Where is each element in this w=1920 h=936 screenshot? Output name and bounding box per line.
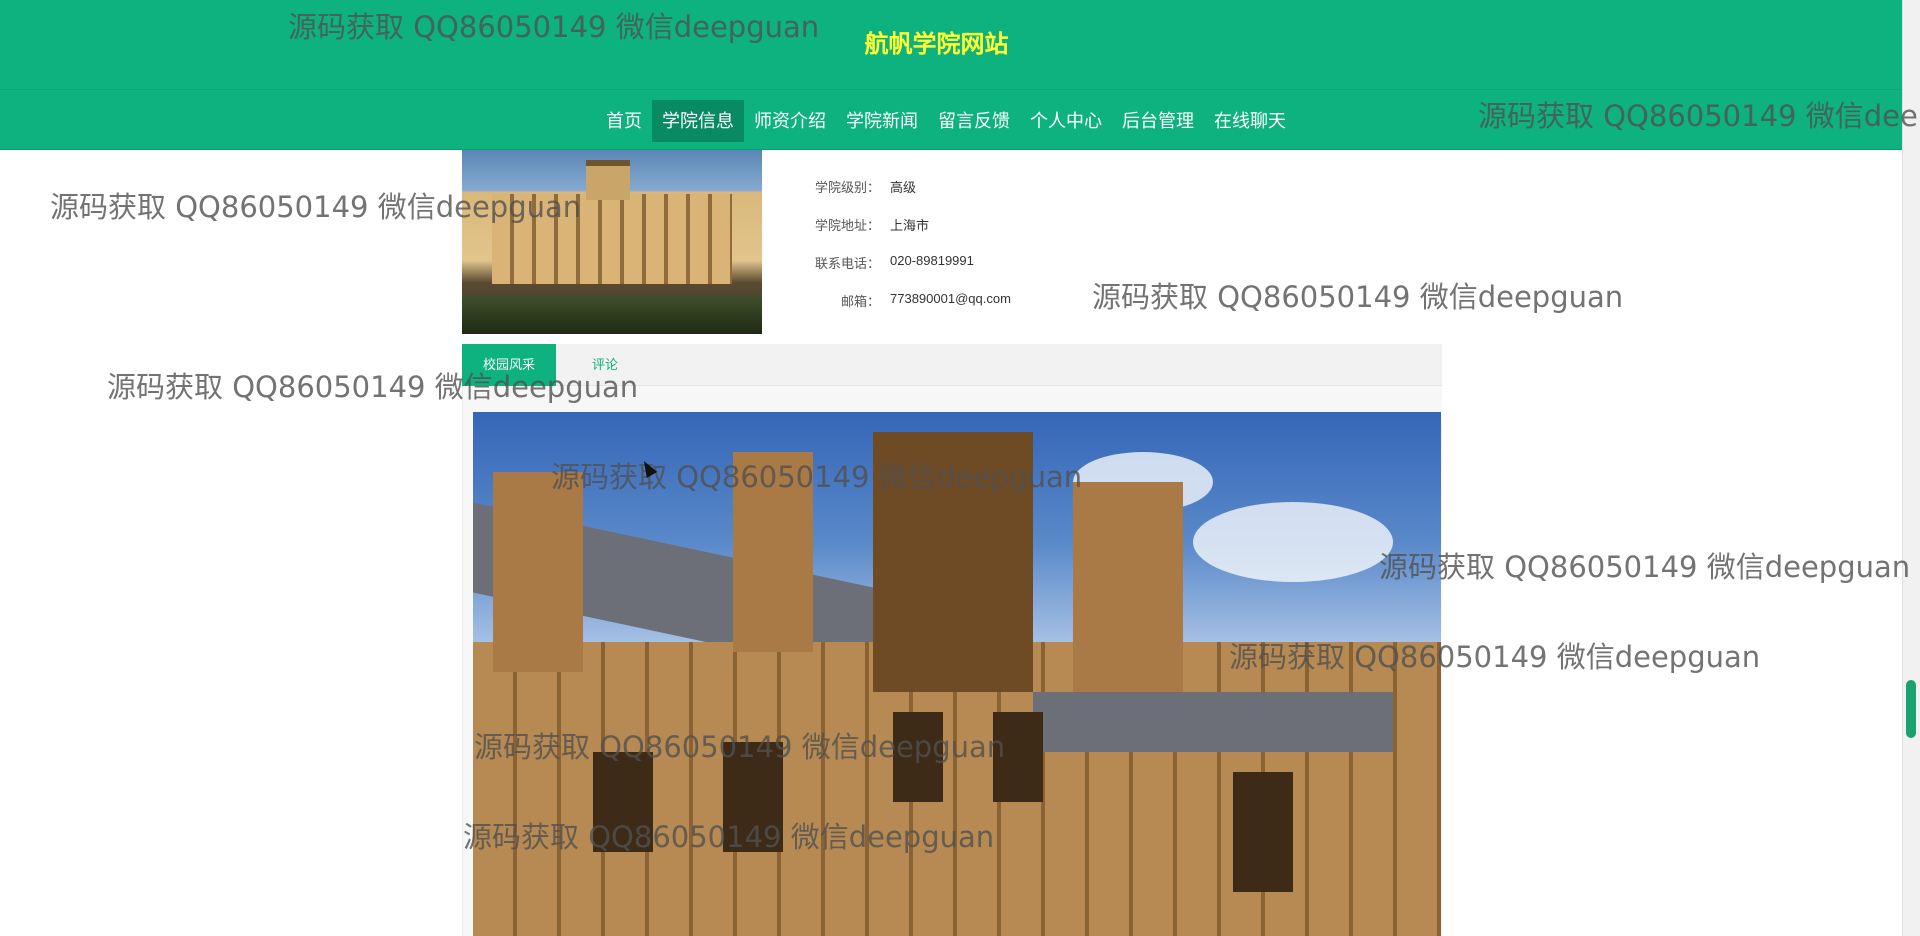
tower-graphic [586,160,630,200]
site-title[interactable]: 航帆学院网站 [0,24,1873,59]
detail-row-address: 学院地址： 上海市 [780,215,929,234]
building-graphic [492,194,732,284]
nav-news[interactable]: 学院新闻 [836,100,928,142]
detail-value: 上海市 [890,218,930,233]
detail-value: 高级 [890,180,917,195]
site-header: 航帆学院网站 首页 学院信息 师资介绍 学院新闻 留言反馈 个人中心 后台管理 … [0,0,1902,150]
central-tower-graphic [873,432,1033,692]
cloud-graphic [1193,502,1393,582]
window-graphic [893,712,943,802]
nav-faculty[interactable]: 师资介绍 [744,100,836,142]
tab-campus[interactable]: 校园风采 [462,344,556,386]
detail-row-phone: 联系电话： 020-89819991 [780,253,974,272]
nav-divider [0,89,1902,90]
window-graphic [593,752,653,852]
campus-photo [473,412,1441,936]
main-nav: 首页 学院信息 师资介绍 学院新闻 留言反馈 个人中心 后台管理 在线聊天 [596,100,1296,142]
detail-tabs: 校园风采 评论 [462,344,1442,386]
spire-graphic [733,452,813,652]
watermark: 源码获取 QQ86050149 微信deepguan [1379,550,1911,584]
detail-row-level: 学院级别： 高级 [780,177,916,196]
detail-label: 邮箱： [840,294,880,309]
tower-graphic [1073,482,1183,702]
college-thumbnail-image [462,150,762,334]
detail-label: 联系电话： [814,256,880,271]
detail-value: 773890001@qq.com [890,291,1011,306]
detail-label: 学院地址： [814,218,880,233]
window-graphic [723,742,783,852]
nav-feedback[interactable]: 留言反馈 [928,100,1020,142]
window-graphic [993,712,1043,802]
detail-label: 学院级别： [814,180,880,195]
nav-profile[interactable]: 个人中心 [1020,100,1112,142]
nav-college-info[interactable]: 学院信息 [652,100,744,142]
window-graphic [1233,772,1293,892]
roof-graphic [1033,692,1393,752]
page-scrollbar[interactable] [1902,0,1920,936]
chimney-graphic [493,472,583,672]
detail-row-email: 邮箱： 773890001@qq.com [780,291,1011,310]
detail-value: 020-89819991 [890,253,974,268]
watermark: 源码获取 QQ86050149 微信deepguan [1092,280,1624,314]
tab-comments[interactable]: 评论 [592,344,618,386]
scrollbar-thumb[interactable] [1906,680,1916,738]
nav-chat[interactable]: 在线聊天 [1204,100,1296,142]
nav-home[interactable]: 首页 [596,100,652,142]
nav-admin[interactable]: 后台管理 [1112,100,1204,142]
ground-graphic [462,296,762,334]
